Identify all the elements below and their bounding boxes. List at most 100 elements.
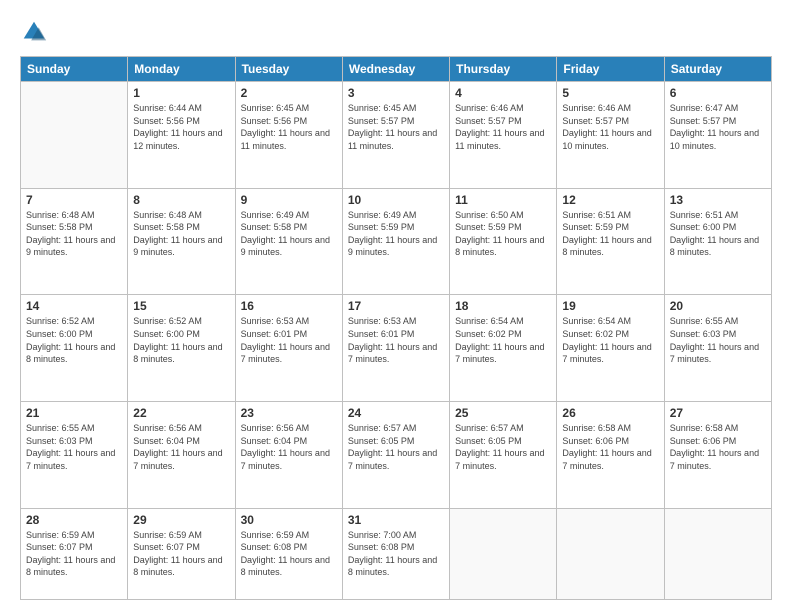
sunset-text: Sunset: 5:58 PM [241,221,337,234]
calendar-week-row: 7 Sunrise: 6:48 AMSunset: 5:58 PMDaylight… [21,188,772,295]
sunrise-text: Sunrise: 6:59 AM [133,529,229,542]
sunrise-text: Sunrise: 6:46 AM [562,102,658,115]
calendar-week-row: 14Sunrise: 6:52 AMSunset: 6:00 PMDayligh… [21,295,772,402]
calendar-cell: 6Sunrise: 6:47 AMSunset: 5:57 PMDaylight… [664,82,771,189]
sunset-text: Sunset: 5:59 PM [562,221,658,234]
header [20,18,772,46]
day-info: Sunrise: 6:50 AMSunset: 5:59 PMDaylight:… [455,209,551,259]
day-number: 14 [26,299,122,313]
calendar-cell: 10Sunrise: 6:49 AMSunset: 5:59 PMDayligh… [342,188,449,295]
sunrise-text: Sunrise: 6:54 AM [455,315,551,328]
day-info: Sunrise: 6:59 AMSunset: 6:07 PMDaylight:… [26,529,122,579]
day-info: Sunrise: 6:49 AMSunset: 5:59 PMDaylight:… [348,209,444,259]
daylight-text: Daylight: 11 hours and 7 minutes. [348,341,444,366]
day-number: 31 [348,513,444,527]
calendar-cell: 14Sunrise: 6:52 AMSunset: 6:00 PMDayligh… [21,295,128,402]
sunset-text: Sunset: 5:57 PM [670,115,766,128]
day-number: 1 [133,86,229,100]
sunrise-text: Sunrise: 6:59 AM [241,529,337,542]
day-number: 7 [26,193,122,207]
sunrise-text: Sunrise: 6:53 AM [348,315,444,328]
calendar-cell: 26Sunrise: 6:58 AMSunset: 6:06 PMDayligh… [557,401,664,508]
daylight-text: Daylight: 11 hours and 11 minutes. [348,127,444,152]
sunset-text: Sunset: 6:01 PM [241,328,337,341]
sunset-text: Sunset: 5:56 PM [241,115,337,128]
day-info: Sunrise: 6:58 AMSunset: 6:06 PMDaylight:… [670,422,766,472]
day-number: 23 [241,406,337,420]
day-number: 17 [348,299,444,313]
calendar-cell: 1Sunrise: 6:44 AMSunset: 5:56 PMDaylight… [128,82,235,189]
col-header-monday: Monday [128,57,235,82]
col-header-tuesday: Tuesday [235,57,342,82]
sunset-text: Sunset: 5:58 PM [133,221,229,234]
calendar-cell: 18Sunrise: 6:54 AMSunset: 6:02 PMDayligh… [450,295,557,402]
daylight-text: Daylight: 11 hours and 10 minutes. [562,127,658,152]
sunset-text: Sunset: 5:57 PM [348,115,444,128]
calendar-table: SundayMondayTuesdayWednesdayThursdayFrid… [20,56,772,600]
day-number: 16 [241,299,337,313]
sunset-text: Sunset: 6:00 PM [26,328,122,341]
day-info: Sunrise: 6:52 AMSunset: 6:00 PMDaylight:… [133,315,229,365]
daylight-text: Daylight: 11 hours and 8 minutes. [348,554,444,579]
daylight-text: Daylight: 11 hours and 7 minutes. [670,447,766,472]
calendar-cell [557,508,664,599]
sunset-text: Sunset: 6:06 PM [562,435,658,448]
day-info: Sunrise: 6:58 AMSunset: 6:06 PMDaylight:… [562,422,658,472]
day-info: Sunrise: 6:49 AMSunset: 5:58 PMDaylight:… [241,209,337,259]
sunset-text: Sunset: 5:57 PM [455,115,551,128]
calendar-cell: 19Sunrise: 6:54 AMSunset: 6:02 PMDayligh… [557,295,664,402]
calendar-cell: 7 Sunrise: 6:48 AMSunset: 5:58 PMDaylight… [21,188,128,295]
sunrise-text: Sunrise: 6:45 AM [241,102,337,115]
daylight-text: Daylight: 11 hours and 8 minutes. [241,554,337,579]
sunrise-text: Sunrise: 6:52 AM [133,315,229,328]
logo-icon [20,18,48,46]
calendar-cell: 23Sunrise: 6:56 AMSunset: 6:04 PMDayligh… [235,401,342,508]
sunset-text: Sunset: 6:04 PM [133,435,229,448]
sunrise-text: Sunrise: 6:54 AM [562,315,658,328]
day-number: 6 [670,86,766,100]
day-number: 12 [562,193,658,207]
daylight-text: Daylight: 11 hours and 9 minutes. [241,234,337,259]
day-info: Sunrise: 6:56 AMSunset: 6:04 PMDaylight:… [133,422,229,472]
sunrise-text: Sunrise: 6:57 AM [348,422,444,435]
daylight-text: Daylight: 11 hours and 7 minutes. [241,447,337,472]
sunset-text: Sunset: 6:03 PM [26,435,122,448]
daylight-text: Daylight: 11 hours and 12 minutes. [133,127,229,152]
calendar-cell: 2Sunrise: 6:45 AMSunset: 5:56 PMDaylight… [235,82,342,189]
col-header-friday: Friday [557,57,664,82]
daylight-text: Daylight: 11 hours and 10 minutes. [670,127,766,152]
daylight-text: Daylight: 11 hours and 9 minutes. [133,234,229,259]
sunrise-text: Sunrise: 6:58 AM [562,422,658,435]
day-number: 3 [348,86,444,100]
sunset-text: Sunset: 6:03 PM [670,328,766,341]
sunrise-text: Sunrise: 6:52 AM [26,315,122,328]
sunset-text: Sunset: 6:06 PM [670,435,766,448]
day-info: Sunrise: 6:59 AMSunset: 6:08 PMDaylight:… [241,529,337,579]
sunrise-text: Sunrise: 6:49 AM [241,209,337,222]
sunrise-text: Sunrise: 6:51 AM [670,209,766,222]
day-number: 22 [133,406,229,420]
daylight-text: Daylight: 11 hours and 8 minutes. [562,234,658,259]
calendar-cell: 5Sunrise: 6:46 AMSunset: 5:57 PMDaylight… [557,82,664,189]
day-info: Sunrise: 6:46 AMSunset: 5:57 PMDaylight:… [562,102,658,152]
day-number: 27 [670,406,766,420]
calendar-cell: 31Sunrise: 7:00 AMSunset: 6:08 PMDayligh… [342,508,449,599]
daylight-text: Daylight: 11 hours and 7 minutes. [455,341,551,366]
day-number: 28 [26,513,122,527]
daylight-text: Daylight: 11 hours and 8 minutes. [26,554,122,579]
sunset-text: Sunset: 5:57 PM [562,115,658,128]
calendar-cell [450,508,557,599]
day-number: 20 [670,299,766,313]
calendar-cell: 22 Sunrise: 6:56 AMSunset: 6:04 PMDayligh… [128,401,235,508]
sunset-text: Sunset: 6:07 PM [26,541,122,554]
day-info: Sunrise: 6:55 AMSunset: 6:03 PMDaylight:… [26,422,122,472]
sunset-text: Sunset: 6:01 PM [348,328,444,341]
calendar-cell: 3Sunrise: 6:45 AMSunset: 5:57 PMDaylight… [342,82,449,189]
day-info: Sunrise: 6:54 AMSunset: 6:02 PMDaylight:… [455,315,551,365]
col-header-thursday: Thursday [450,57,557,82]
sunrise-text: Sunrise: 6:55 AM [670,315,766,328]
day-info: Sunrise: 6:48 AMSunset: 5:58 PMDaylight:… [26,209,122,259]
sunset-text: Sunset: 6:07 PM [133,541,229,554]
calendar-cell: 20Sunrise: 6:55 AMSunset: 6:03 PMDayligh… [664,295,771,402]
sunset-text: Sunset: 6:05 PM [455,435,551,448]
